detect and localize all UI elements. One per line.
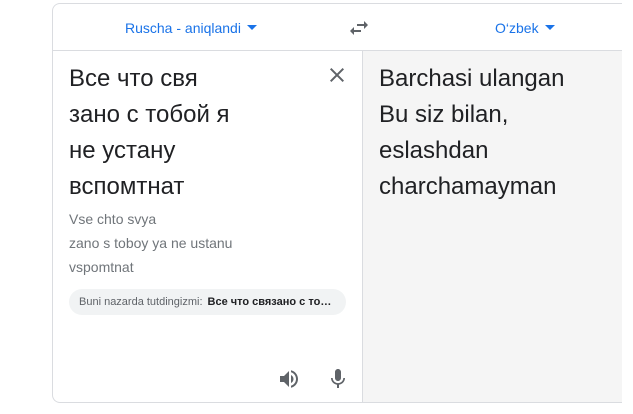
swap-languages-button[interactable] bbox=[347, 16, 371, 40]
target-language-selector[interactable]: O‘zbek bbox=[495, 4, 555, 51]
source-transliteration: Vse chto svya zano s toboy ya ne ustanu … bbox=[69, 211, 233, 275]
chevron-down-icon bbox=[544, 25, 555, 30]
microphone-icon bbox=[331, 369, 345, 388]
speaker-icon bbox=[280, 370, 298, 388]
translate-panel: Ruscha - aniqlandi O‘zbek Все что свя за… bbox=[52, 3, 622, 403]
target-pane: Barchasi ulangan Bu siz bilan, eslashdan… bbox=[362, 51, 622, 402]
swap-languages-icon bbox=[350, 21, 368, 35]
close-icon bbox=[330, 68, 344, 82]
voice-input-button[interactable] bbox=[326, 367, 350, 391]
target-language-label: O‘zbek bbox=[495, 19, 539, 36]
did-you-mean-suggestion[interactable]: Buni nazarda tutdingizmi: Все что связан… bbox=[69, 289, 346, 315]
chevron-down-icon bbox=[246, 25, 257, 30]
clear-source-button[interactable] bbox=[325, 63, 349, 87]
source-language-selector[interactable]: Ruscha - aniqlandi bbox=[125, 4, 257, 51]
language-bar: Ruscha - aniqlandi O‘zbek bbox=[53, 4, 622, 51]
source-language-label: Ruscha - aniqlandi bbox=[125, 19, 241, 36]
suggestion-text: Все что связано с тобой я не устану вспо… bbox=[207, 296, 336, 308]
source-pane: Все что свя зано с тобой я не устану всп… bbox=[53, 51, 362, 402]
translation-output: Barchasi ulangan Bu siz bilan, eslashdan… bbox=[379, 65, 565, 200]
listen-button[interactable] bbox=[277, 367, 301, 391]
source-text-input[interactable]: Все что свя зано с тобой я не устану всп… bbox=[69, 61, 309, 205]
suggestion-label: Buni nazarda tutdingizmi: bbox=[79, 296, 203, 308]
